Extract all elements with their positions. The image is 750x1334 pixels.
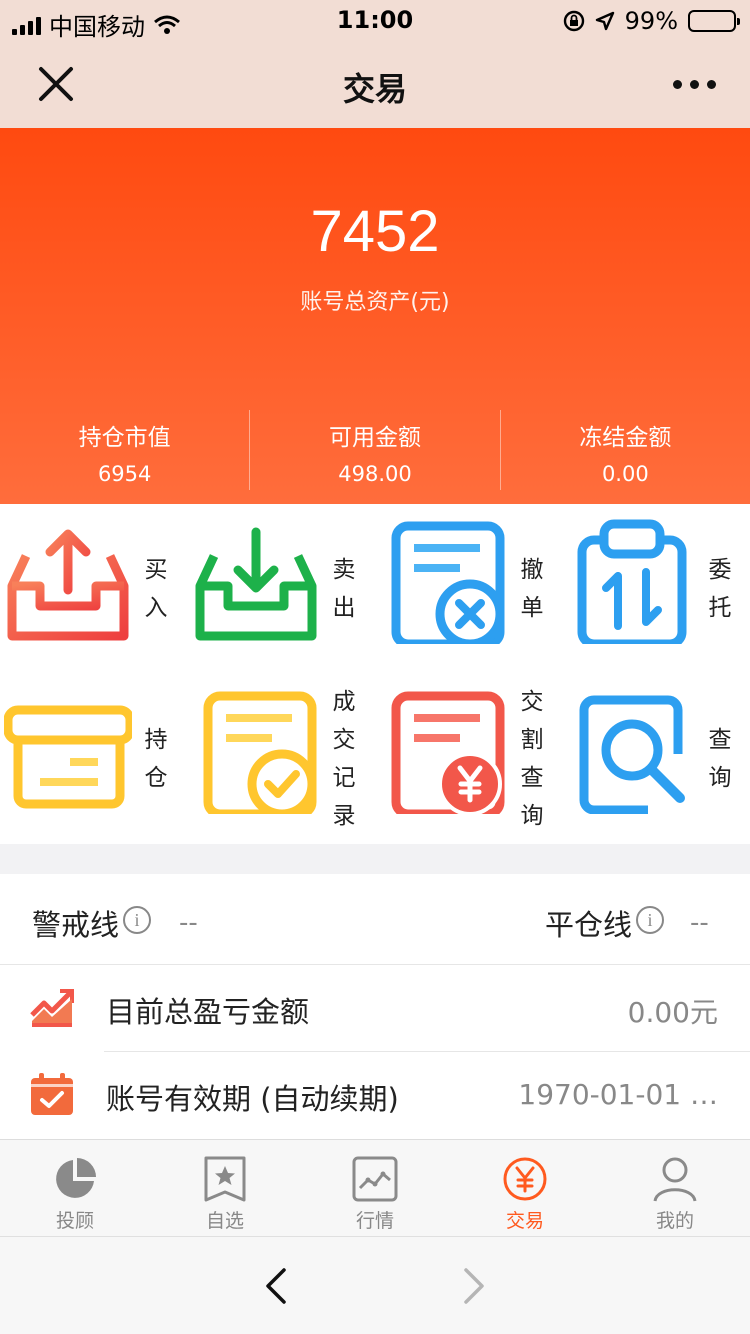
tab-trade[interactable]: 交易 <box>450 1140 600 1236</box>
warning-line-value: -- <box>179 908 198 938</box>
tab-label: 我的 <box>655 1210 694 1232</box>
liquidation-line-label: 平仓线 <box>545 908 633 942</box>
stat-value: 0.00 <box>601 462 649 486</box>
section-divider <box>0 844 750 874</box>
deal-record-icon <box>203 691 317 814</box>
row-value: 1970-01-01 … <box>518 1078 718 1111</box>
rotation-lock-icon <box>563 10 584 32</box>
stat-value: 6954 <box>97 462 152 486</box>
action-grid: 买入 卖出 撤单 委托 持 仓 成 交 记 录 交 割 查 询 查 询 <box>0 504 750 844</box>
buy-tray-icon <box>7 529 129 641</box>
stat-label: 可用金额 <box>328 425 421 451</box>
action-holdings[interactable]: 持仓 <box>0 674 187 844</box>
stat-frozen: 冻结金额 0.00 <box>501 410 750 490</box>
total-profit-row[interactable]: 目前总盈亏金额 0.00元 <box>0 965 750 1052</box>
action-label: 委托 <box>708 557 732 621</box>
yen-circle-icon <box>503 1157 547 1201</box>
page-title: 交易 <box>342 70 407 108</box>
entrust-icon <box>577 519 687 644</box>
warning-line-label: 警戒线 <box>32 908 120 942</box>
asset-stats: 持仓市值 6954 可用金额 498.00 冻结金额 0.00 <box>0 410 750 490</box>
action-deal-record[interactable]: 成交记录 <box>188 674 375 844</box>
pie-chart-icon <box>56 1158 96 1198</box>
stat-label: 持仓市值 <box>78 425 171 451</box>
action-label: 买入 <box>144 557 168 621</box>
liquidation-line-value: -- <box>690 908 709 938</box>
risk-lines-row: 警戒线 i -- 平仓线 i -- <box>0 874 750 965</box>
action-label: 卖出 <box>332 557 356 621</box>
tab-label: 交易 <box>505 1210 544 1232</box>
liquidation-line: 平仓线 i -- <box>545 902 709 944</box>
tab-market[interactable]: 行情 <box>300 1140 450 1236</box>
bookmark-star-icon <box>204 1156 246 1202</box>
action-label: 撤单 <box>520 557 544 621</box>
stat-market-value: 持仓市值 6954 <box>0 410 251 490</box>
account-validity-row[interactable]: 账号有效期 (自动续期) 1970-01-01 … <box>0 1052 750 1139</box>
settlement-query-icon <box>391 691 505 814</box>
stat-value: 498.00 <box>338 462 412 486</box>
status-bar: 中国移动 11:00 99% <box>0 0 750 41</box>
tab-label: 投顾 <box>55 1210 94 1232</box>
asset-summary: 7452 账号总资产(元) 持仓市值 6954 可用金额 498.00 冻结金额… <box>0 128 750 504</box>
action-label: 成交记录 <box>332 689 356 829</box>
row-value: 0.00元 <box>627 996 718 1029</box>
info-icon[interactable]: i <box>636 906 665 934</box>
info-icon[interactable]: i <box>123 906 152 934</box>
sell-tray-icon <box>195 527 317 641</box>
browser-toolbar <box>0 1236 750 1334</box>
total-assets-value: 7452 <box>310 199 440 264</box>
forward-arrow-icon[interactable] <box>460 1267 488 1305</box>
user-icon <box>653 1157 697 1202</box>
holdings-box-icon <box>4 705 132 809</box>
tab-watchlist[interactable]: 自选 <box>150 1140 300 1236</box>
location-icon <box>595 11 614 31</box>
total-assets-label: 账号总资产(元) <box>300 290 450 315</box>
action-label: 持仓 <box>144 727 168 791</box>
status-right: 99% <box>563 7 740 35</box>
tab-bar: 投顾 自选 行情 交易 我的 <box>0 1139 750 1236</box>
stat-label: 冻结金额 <box>579 425 672 451</box>
search-query-icon <box>579 695 685 814</box>
action-label: 查询 <box>708 727 732 791</box>
action-settlement-query[interactable]: 交割查询 <box>376 674 563 844</box>
back-arrow-icon[interactable] <box>262 1267 290 1305</box>
tab-mine[interactable]: 我的 <box>600 1140 750 1236</box>
action-entrust[interactable]: 委托 <box>564 504 750 674</box>
action-label: 交割查询 <box>520 689 544 829</box>
tab-advisor[interactable]: 投顾 <box>0 1140 150 1236</box>
nav-bar: 交易 <box>0 40 750 128</box>
row-label: 目前总盈亏金额 <box>106 995 310 1029</box>
tab-label: 行情 <box>355 1210 394 1232</box>
action-sell[interactable]: 卖出 <box>188 504 375 674</box>
tab-label: 自选 <box>205 1210 244 1232</box>
action-buy[interactable]: 买入 <box>0 504 187 674</box>
market-line-icon <box>352 1156 398 1202</box>
calendar-check-icon <box>31 1073 73 1115</box>
battery-percent: 99% <box>624 7 678 35</box>
more-icon[interactable] <box>673 80 716 89</box>
trend-chart-icon <box>30 989 74 1027</box>
stat-available: 可用金额 498.00 <box>250 410 501 490</box>
cancel-order-icon <box>391 521 505 644</box>
action-query[interactable]: 查询 <box>564 674 750 844</box>
battery-icon <box>688 10 740 32</box>
row-label: 账号有效期 (自动续期) <box>106 1082 399 1116</box>
action-cancel-order[interactable]: 撤单 <box>376 504 563 674</box>
warning-line: 警戒线 i -- <box>32 902 198 944</box>
